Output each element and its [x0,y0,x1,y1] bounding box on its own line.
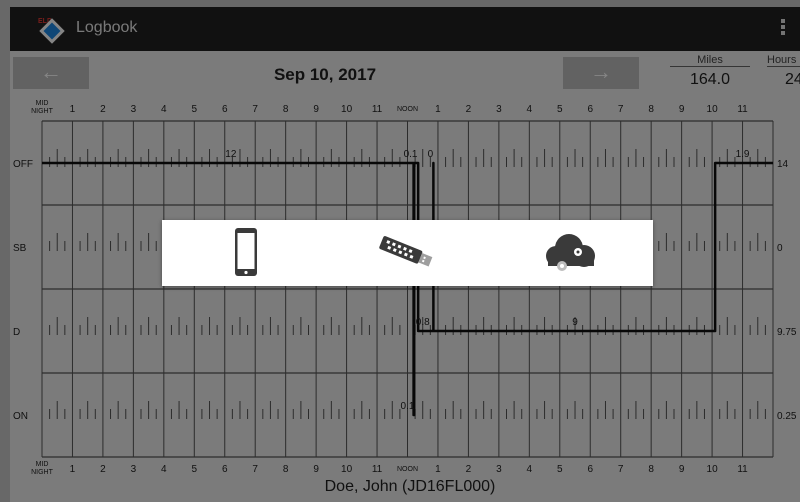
cloud-option[interactable] [536,228,596,278]
cloud-settings-icon [546,234,595,271]
usb-option[interactable] [376,228,436,278]
smartphone-icon [235,228,257,276]
device-option[interactable] [214,228,274,278]
usb-drive-icon [379,236,433,267]
source-chooser-dialog [162,220,653,286]
